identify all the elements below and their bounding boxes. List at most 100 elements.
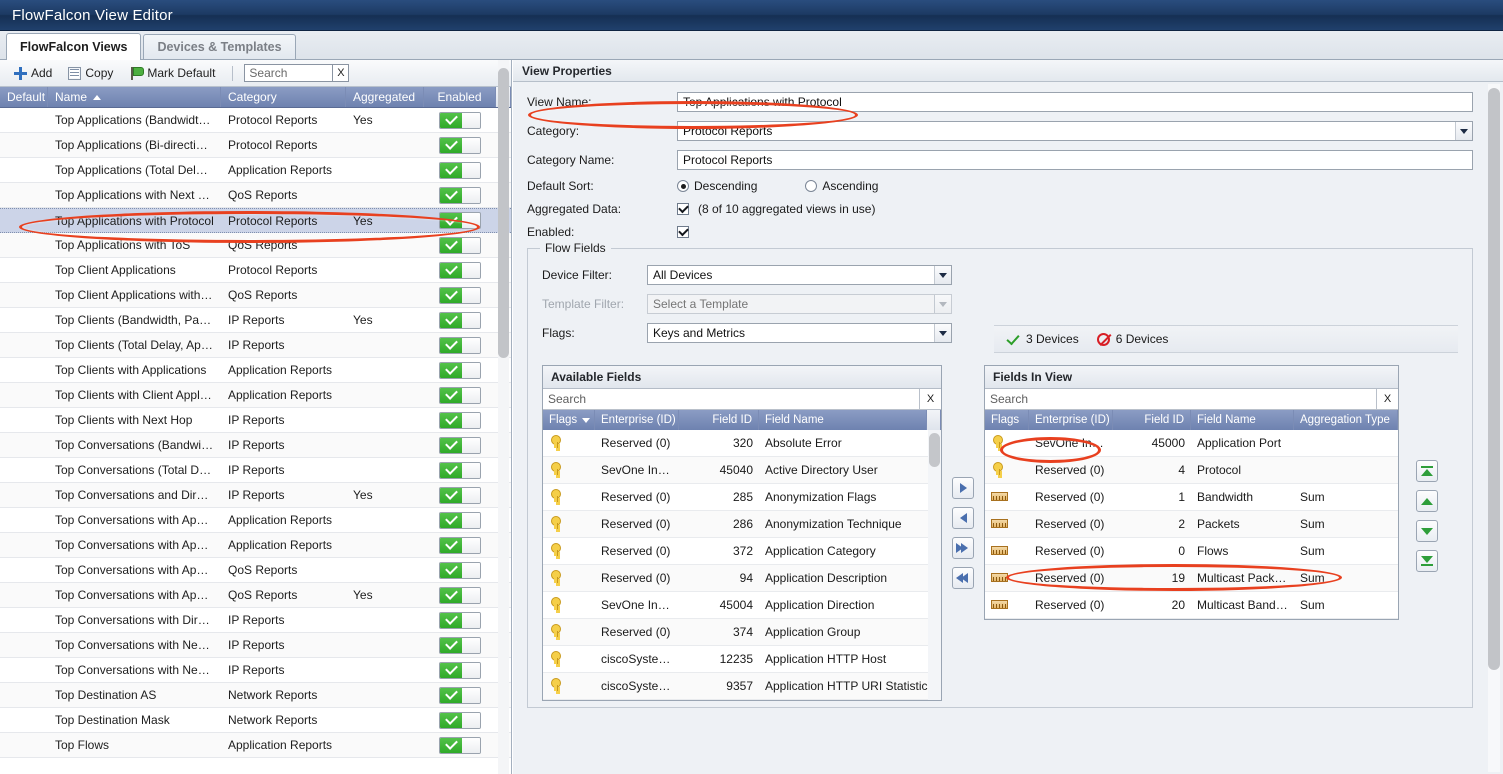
column-header-flags[interactable]: Flags [543, 410, 595, 430]
table-row[interactable]: Top Clients with Client Applicat... Appli… [0, 383, 511, 408]
tab-devices-templates[interactable]: Devices & Templates [143, 34, 296, 59]
table-row[interactable]: Top Clients with Applications Application… [0, 358, 511, 383]
cell-enabled[interactable] [424, 586, 496, 604]
enabled-toggle[interactable] [439, 736, 481, 754]
enabled-checkbox[interactable] [677, 226, 689, 238]
cell-enabled[interactable] [424, 261, 496, 279]
enabled-toggle[interactable] [439, 136, 481, 154]
enabled-toggle[interactable] [439, 661, 481, 679]
enabled-toggle[interactable] [439, 361, 481, 379]
flags-filter-dropdown[interactable] [647, 323, 952, 343]
view-name-input[interactable] [677, 92, 1473, 112]
cell-enabled[interactable] [424, 511, 496, 529]
enabled-toggle[interactable] [439, 261, 481, 279]
column-header-field-name[interactable]: Field Name [1191, 410, 1294, 430]
table-row[interactable]: Reserved (0) 19 Multicast Packets Sum [985, 565, 1398, 592]
table-row[interactable]: Top Flows Application Reports [0, 733, 511, 758]
category-dropdown[interactable] [677, 121, 1473, 141]
table-row[interactable]: Top Client Applications Protocol Reports [0, 258, 511, 283]
enabled-toggle[interactable] [439, 336, 481, 354]
copy-button[interactable]: Copy [63, 63, 121, 83]
cell-enabled[interactable] [424, 611, 496, 629]
table-row[interactable]: Top Conversations and Direction IP Report… [0, 483, 511, 508]
table-row[interactable]: Top Clients (Bandwidth, Packet... IP Repo… [0, 308, 511, 333]
enabled-toggle[interactable] [439, 561, 481, 579]
column-header-flags[interactable]: Flags [985, 410, 1029, 430]
enabled-toggle[interactable] [439, 411, 481, 429]
properties-scrollbar-thumb[interactable] [1488, 88, 1500, 670]
available-fields-search-input[interactable] [543, 389, 920, 409]
table-row[interactable]: Top Applications (Total Delay, ... Applic… [0, 158, 511, 183]
table-row[interactable]: Reserved (0) 4 Protocol [985, 457, 1398, 484]
move-left-button[interactable] [952, 507, 974, 529]
enabled-toggle[interactable] [439, 436, 481, 454]
enabled-toggle[interactable] [439, 311, 481, 329]
enabled-toggle[interactable] [439, 586, 481, 604]
cell-enabled[interactable] [424, 661, 496, 679]
cell-enabled[interactable] [424, 736, 496, 754]
move-all-left-button[interactable] [952, 567, 974, 589]
radio-descending[interactable]: Descending [677, 179, 757, 193]
enabled-toggle[interactable] [439, 511, 481, 529]
table-row[interactable]: Top Destination Mask Network Reports [0, 708, 511, 733]
table-row[interactable]: Top Conversations with Next H... IP Repor… [0, 633, 511, 658]
table-row[interactable]: Top Clients with Next Hop IP Reports [0, 408, 511, 433]
enabled-toggle[interactable] [439, 686, 481, 704]
cell-enabled[interactable] [424, 386, 496, 404]
column-header-aggregated[interactable]: Aggregated [346, 87, 424, 107]
cell-enabled[interactable] [424, 411, 496, 429]
views-list-scrollbar-thumb[interactable] [498, 68, 509, 358]
views-search-clear-button[interactable]: X [332, 64, 350, 82]
views-list-scrollbar[interactable] [498, 60, 509, 774]
cell-enabled[interactable] [424, 212, 496, 229]
properties-scrollbar[interactable] [1488, 84, 1500, 772]
table-row[interactable]: Top Conversations with Applica... Applica… [0, 508, 511, 533]
table-row[interactable]: Top Conversations with Direction IP Repor… [0, 608, 511, 633]
enabled-toggle[interactable] [439, 461, 481, 479]
table-row[interactable]: Top Applications (Bi-directional) Protoco… [0, 133, 511, 158]
flags-filter-value[interactable] [647, 323, 952, 343]
cell-enabled[interactable] [424, 186, 496, 204]
move-to-top-button[interactable] [1416, 460, 1438, 482]
cell-enabled[interactable] [424, 286, 496, 304]
cell-enabled[interactable] [424, 336, 496, 354]
available-fields-scrollbar-thumb[interactable] [929, 433, 940, 467]
table-row[interactable]: SevOne Inc ... 45000 Application Port [985, 430, 1398, 457]
category-name-input[interactable] [677, 150, 1473, 170]
cell-enabled[interactable] [424, 136, 496, 154]
device-filter-value[interactable] [647, 265, 952, 285]
table-row[interactable]: Top Applications (Bandwidth, P... Protoco… [0, 108, 511, 133]
enabled-toggle[interactable] [439, 236, 481, 254]
category-dropdown-value[interactable] [677, 121, 1473, 141]
table-row[interactable]: Reserved (0) 320 Absolute Error [543, 430, 941, 457]
table-row[interactable]: SevOne Inc (... 45004 Application Directio… [543, 592, 941, 619]
fields-in-view-search-input[interactable] [985, 389, 1377, 409]
table-row[interactable]: Reserved (0) 94 Application Description [543, 565, 941, 592]
cell-enabled[interactable] [424, 486, 496, 504]
chevron-down-icon[interactable] [934, 266, 951, 284]
table-row[interactable]: Top Conversations (Total Delay... IP Repo… [0, 458, 511, 483]
table-row[interactable]: Reserved (0) 374 Application Group [543, 619, 941, 646]
views-search-input[interactable] [244, 64, 333, 82]
table-row[interactable]: Top Conversations (Bandwidth,... IP Repor… [0, 433, 511, 458]
column-header-default[interactable]: Default [0, 87, 48, 107]
table-row[interactable]: Top Conversations with Applica... QoS Rep… [0, 583, 511, 608]
table-row[interactable]: Reserved (0) 20 Multicast Bandwid... Sum [985, 592, 1398, 619]
cell-enabled[interactable] [424, 561, 496, 579]
radio-descending-indicator[interactable] [677, 180, 689, 192]
column-header-enterprise[interactable]: Enterprise (ID) [1029, 410, 1113, 430]
table-row[interactable]: Reserved (0) 286 Anonymization Technique [543, 511, 941, 538]
enabled-toggle[interactable] [439, 161, 481, 179]
column-header-field-id[interactable]: Field ID [1113, 410, 1191, 430]
aggregated-data-checkbox[interactable] [677, 203, 689, 215]
available-fields-search-clear-button[interactable]: X [920, 389, 941, 409]
table-row[interactable]: SevOne Inc (... 45040 Active Directory Use… [543, 457, 941, 484]
enabled-toggle[interactable] [439, 286, 481, 304]
enabled-toggle[interactable] [439, 186, 481, 204]
table-row[interactable]: Reserved (0) 0 Flows Sum [985, 538, 1398, 565]
chevron-down-icon[interactable] [934, 324, 951, 342]
table-row[interactable]: ciscoSystems... 12235 Application HTTP Hos… [543, 646, 941, 673]
cell-enabled[interactable] [424, 536, 496, 554]
column-header-enabled[interactable]: Enabled [424, 87, 496, 107]
cell-enabled[interactable] [424, 636, 496, 654]
